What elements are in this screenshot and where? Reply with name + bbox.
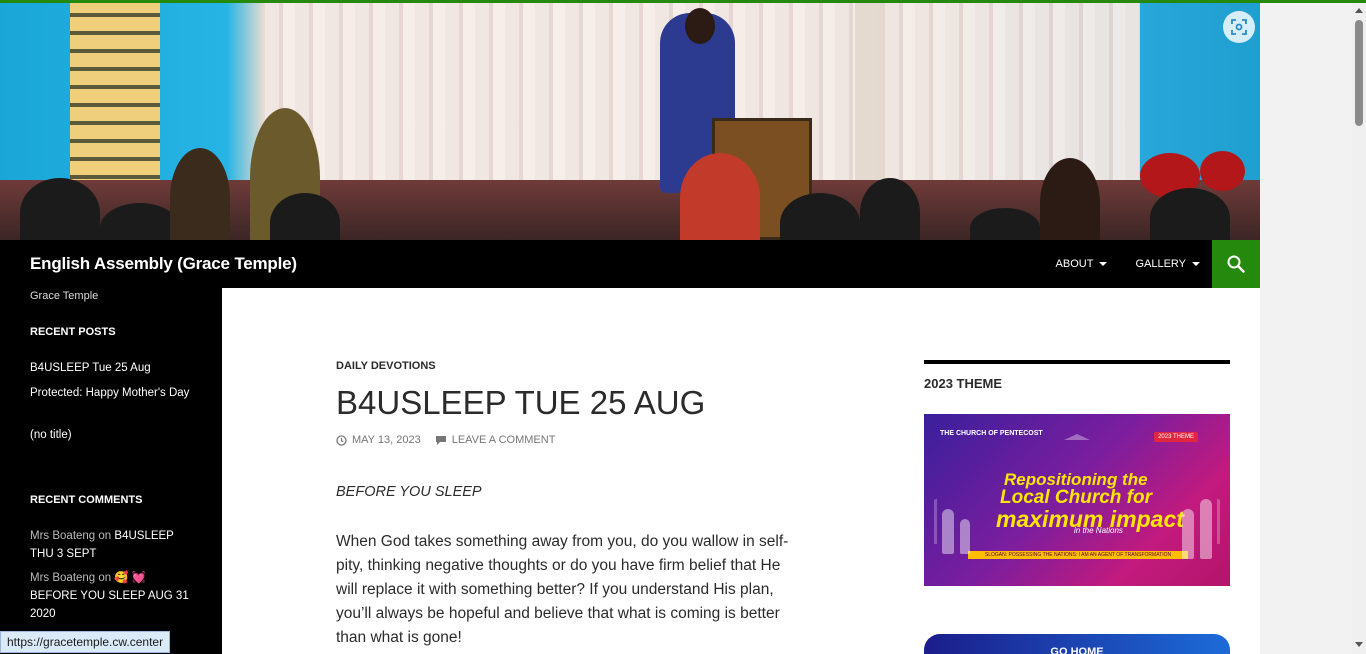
widget-divider: [924, 360, 1230, 364]
chevron-down-icon: [1099, 262, 1108, 266]
search-icon: [1227, 255, 1245, 273]
go-home-button[interactable]: GO HOME: [924, 634, 1230, 654]
comment-author[interactable]: Mrs Boateng: [30, 572, 95, 584]
scrollbar-thumb[interactable]: [1355, 20, 1363, 126]
recent-comment: Mrs Boateng on 🥰 💓 BEFORE YOU SLEEP AUG …: [30, 569, 195, 623]
banner-figure: [942, 509, 954, 554]
leave-comment-link[interactable]: LEAVE A COMMENT: [435, 434, 556, 446]
browser-page: English Assembly (Grace Temple) ABOUT GA…: [0, 0, 1366, 654]
banner-tag: 2023 THEME: [1154, 432, 1198, 442]
banner-line: in the Nations: [1074, 526, 1123, 535]
header-window: [70, 3, 160, 193]
banner-logo: THE CHURCH OF PENTECOST: [940, 430, 1043, 437]
post-date[interactable]: MAY 13, 2023: [336, 434, 421, 446]
banner-figure: [1182, 509, 1194, 559]
header-image[interactable]: [0, 3, 1260, 240]
post-body: When God takes something away from you, …: [336, 533, 789, 646]
search-button[interactable]: [1212, 240, 1260, 288]
nav-item-label: GALLERY: [1135, 258, 1186, 270]
comment-icon: [435, 435, 446, 445]
recent-posts-title: RECENT POSTS: [30, 326, 116, 338]
recent-post-link[interactable]: B4USLEEP Tue 25 Aug: [30, 359, 190, 377]
scroll-down-arrow-icon[interactable]: [1355, 642, 1363, 647]
header-person: [20, 178, 100, 240]
nav-item-gallery[interactable]: GALLERY: [1135, 258, 1200, 270]
post-intro: BEFORE YOU SLEEP: [336, 484, 482, 500]
primary-nav: ABOUT GALLERY: [1056, 240, 1200, 288]
expand-icon[interactable]: [1223, 11, 1255, 43]
recent-post-link[interactable]: Protected: Happy Mother's Day: [30, 384, 190, 402]
header-person: [170, 148, 230, 240]
status-bar-url: https://gracetemple.cw.center: [0, 631, 171, 653]
post-title[interactable]: B4USLEEP TUE 25 AUG: [336, 384, 705, 422]
nav-item-about[interactable]: ABOUT: [1056, 258, 1108, 270]
recent-comment: Mrs Boateng on B4USLEEP THU 3 SEPT: [30, 527, 195, 563]
site-description: Grace Temple: [30, 290, 99, 302]
header-drum: [1200, 151, 1245, 191]
header-person: [680, 153, 760, 240]
header-person: [1150, 188, 1230, 240]
recent-comments-title: RECENT COMMENTS: [30, 494, 143, 506]
header-speaker-head: [685, 8, 715, 44]
banner-slogan: SLOGAN: POSSESSING THE NATIONS: I AM AN …: [968, 551, 1188, 559]
header-person: [1040, 158, 1100, 240]
header-person: [970, 208, 1040, 240]
clock-icon: [336, 434, 347, 446]
comment-author[interactable]: Mrs Boateng: [30, 530, 95, 542]
banner-figure: [1200, 499, 1212, 559]
nav-item-label: ABOUT: [1055, 258, 1094, 270]
expand-icon-graphic: [1231, 19, 1247, 35]
comment-on: on: [98, 530, 112, 542]
header-curtain: [885, 3, 1140, 193]
header-person: [860, 178, 920, 240]
scroll-up-arrow-icon[interactable]: [1355, 8, 1363, 13]
post-category[interactable]: DAILY DEVOTIONS: [336, 360, 436, 372]
post-meta: MAY 13, 2023 LEAVE A COMMENT: [336, 434, 555, 446]
masthead: English Assembly (Grace Temple) ABOUT GA…: [0, 240, 1260, 288]
leave-comment-text: LEAVE A COMMENT: [451, 434, 556, 446]
chevron-down-icon: [1192, 262, 1200, 266]
recent-post-link[interactable]: (no title): [30, 426, 190, 444]
site-title[interactable]: English Assembly (Grace Temple): [30, 254, 297, 274]
theme-widget-title: 2023 THEME: [924, 376, 1003, 391]
left-sidebar: Grace Temple RECENT POSTS B4USLEEP Tue 2…: [0, 288, 222, 654]
banner-figure: [960, 519, 970, 554]
post-date-text: MAY 13, 2023: [352, 434, 421, 446]
comment-on: on: [98, 572, 112, 584]
theme-banner-image[interactable]: THE CHURCH OF PENTECOST 2023 THEME Repos…: [924, 414, 1230, 586]
